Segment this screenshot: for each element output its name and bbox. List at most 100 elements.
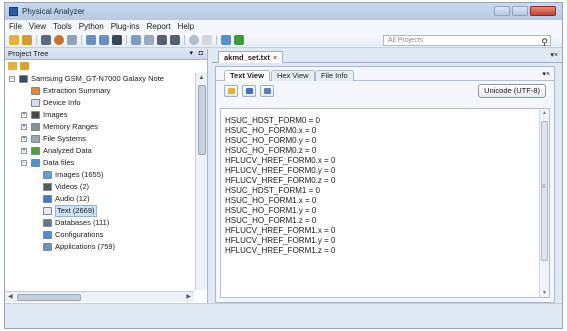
database-icon [43, 219, 52, 227]
tab-text-view[interactable]: Text View [224, 70, 270, 81]
phone-icon[interactable] [112, 35, 122, 45]
scroll-down-arrow-icon[interactable]: ▼ [542, 290, 547, 296]
menu-report[interactable]: Report [147, 22, 171, 31]
tree-item[interactable]: Images (1655) [5, 169, 194, 181]
page-icon[interactable] [202, 35, 212, 45]
help-icon[interactable] [221, 35, 231, 45]
close-window-button[interactable] [530, 6, 556, 16]
menu-help[interactable]: Help [178, 22, 194, 31]
text-file-icon [43, 207, 52, 215]
edit-icon[interactable] [86, 35, 96, 45]
memory-icon [31, 123, 40, 131]
encoding-button[interactable]: Unicode (UTF-8) [478, 84, 546, 98]
text-content-area[interactable]: HSUC_HDST_FORM0 = 0 HSUC_HO_FORM0.x = 0 HS… [220, 108, 550, 298]
expand-icon[interactable]: + [21, 124, 27, 130]
document-tab[interactable]: akmd_set.txt × [218, 51, 284, 63]
close-tab-icon[interactable]: × [273, 53, 277, 62]
list-icon [264, 88, 271, 94]
open-project-icon[interactable] [22, 35, 32, 45]
tree-item[interactable]: Videos (2) [5, 181, 194, 193]
pen-icon[interactable] [99, 35, 109, 45]
tree-item[interactable]: Device Info [5, 97, 194, 109]
search-icon[interactable]: ⚲ [541, 38, 548, 47]
scroll-right-arrow-icon[interactable]: ▶ [186, 292, 191, 302]
scroll-up-arrow-icon[interactable]: ▲ [196, 73, 207, 83]
toolbar-separator [126, 35, 127, 45]
status-bar [5, 303, 562, 328]
link-icon[interactable] [170, 35, 180, 45]
tab-hex-view[interactable]: Hex View [271, 70, 315, 81]
tree-item[interactable]: − Data files [5, 157, 194, 169]
settings-icon[interactable] [189, 35, 199, 45]
tree-item[interactable]: + File Systems [5, 133, 194, 145]
tree-item[interactable]: Databases (111) [5, 217, 194, 229]
tools-icon[interactable] [67, 35, 77, 45]
tree-toolbar [5, 60, 207, 72]
report-icon[interactable] [131, 35, 141, 45]
extraction-icon[interactable] [54, 35, 64, 45]
tree-item[interactable]: + Images [5, 109, 194, 121]
menu-tools[interactable]: Tools [53, 22, 72, 31]
tree-item[interactable]: + Analyzed Data [5, 145, 194, 157]
expand-all-icon[interactable] [8, 62, 17, 70]
menu-plug-ins[interactable]: Plug-ins [111, 22, 140, 31]
phone-icon [19, 75, 28, 83]
collapse-icon[interactable]: − [9, 76, 15, 82]
text-line: HSUC_HDST_FORM0 = 0 [225, 116, 320, 125]
tree-item-label: Extraction Summary [43, 86, 111, 95]
file-viewer: Text View Hex View File Info ▾× Unicode … [215, 66, 555, 303]
device-icon[interactable] [41, 35, 51, 45]
search-placeholder: All Projects [388, 37, 424, 44]
menu-bar: File View Tools Python Plug-ins Report H… [5, 20, 562, 33]
collapse-icon[interactable]: − [21, 160, 27, 166]
tree-item[interactable]: Applications (759) [5, 241, 194, 253]
tree-item[interactable]: − Samsung GSM_GT-N7000 Galaxy Note [5, 73, 194, 85]
folder-icon[interactable] [20, 62, 29, 70]
open-folder-icon[interactable] [9, 35, 19, 45]
upload-icon[interactable] [234, 35, 244, 45]
text-line: HSUC_HO_FORM1.x = 0 [225, 196, 317, 205]
search-input[interactable]: All Projects ⚲ [383, 35, 551, 47]
tree-vertical-scrollbar[interactable]: ▲ [195, 73, 207, 290]
text-line: HSUC_HO_FORM0.z = 0 [225, 146, 317, 155]
scrollbar-thumb[interactable] [541, 121, 548, 261]
save-file-button[interactable] [242, 85, 256, 97]
panel-title: Project Tree [8, 49, 49, 58]
tree-item-label: Configurations [55, 230, 104, 239]
network-icon[interactable] [157, 35, 167, 45]
tree-item[interactable]: Configurations [5, 229, 194, 241]
scrollbar-thumb[interactable] [17, 294, 81, 301]
text-vertical-scrollbar[interactable]: ▲ ≡ ▼ [539, 109, 549, 297]
expand-icon[interactable]: + [21, 112, 27, 118]
tree-item[interactable]: + Memory Ranges [5, 121, 194, 133]
text-line: HSUC_HO_FORM1.z = 0 [225, 216, 317, 225]
menu-python[interactable]: Python [79, 22, 104, 31]
tree-item[interactable]: Audio (12) [5, 193, 194, 205]
minimize-button[interactable] [494, 6, 510, 16]
toolbar-separator [81, 35, 82, 45]
chevron-down-icon[interactable]: ▾ [189, 49, 193, 59]
expand-icon[interactable]: + [21, 136, 27, 142]
data-files-icon [31, 159, 40, 167]
scrollbar-thumb[interactable] [198, 85, 206, 155]
tree-horizontal-scrollbar[interactable]: ◀ ▶ [5, 291, 194, 302]
viewer-toolbar: Unicode (UTF-8) [216, 81, 554, 101]
details-button[interactable] [260, 85, 274, 97]
maximize-button[interactable] [512, 6, 528, 16]
open-file-button[interactable] [224, 85, 238, 97]
menu-file[interactable]: File [9, 22, 22, 31]
scroll-up-arrow-icon[interactable]: ▲ [542, 110, 547, 116]
expand-icon[interactable]: + [21, 148, 27, 154]
tab-menu-icon[interactable]: ▾× [550, 51, 558, 59]
scroll-left-arrow-icon[interactable]: ◀ [8, 292, 13, 302]
toolbar-separator [184, 35, 185, 45]
print-icon[interactable] [144, 35, 154, 45]
menu-view[interactable]: View [29, 22, 46, 31]
view-menu-icon[interactable]: ▾× [542, 70, 550, 78]
pin-icon[interactable]: ◘ [199, 49, 203, 59]
text-line: HFLUCV_HREF_FORM0.y = 0 [225, 166, 336, 175]
tree-item[interactable]: Text (2669) [5, 205, 194, 217]
tree-item[interactable]: Extraction Summary [5, 85, 194, 97]
tree-item-label: Memory Ranges [43, 122, 99, 131]
tab-file-info[interactable]: File Info [315, 70, 354, 81]
